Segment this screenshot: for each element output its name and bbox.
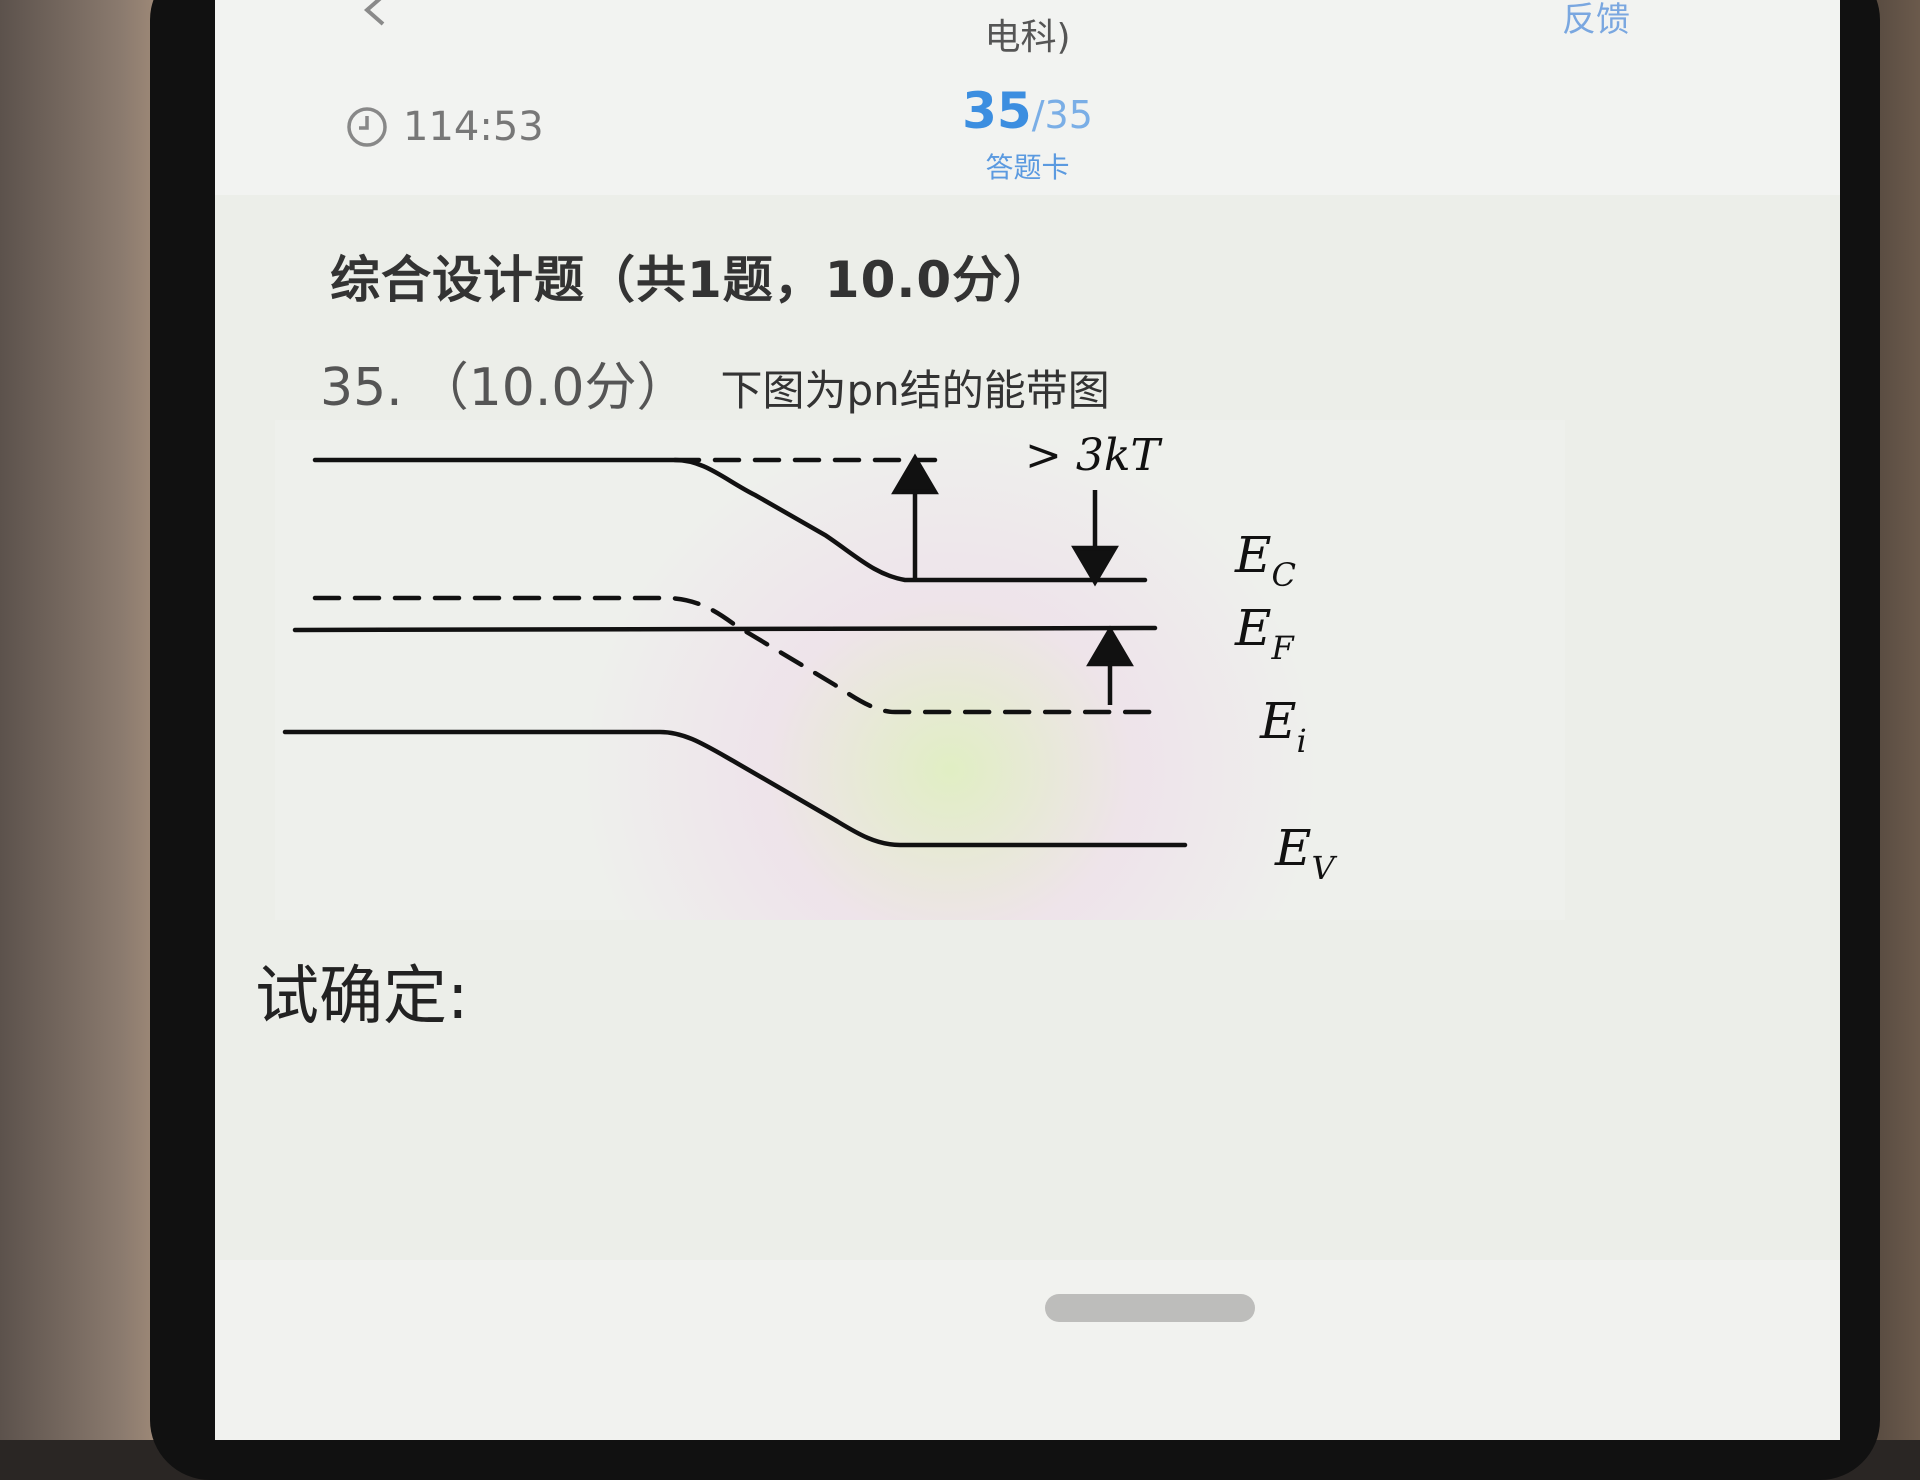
section-title: 综合设计题（共1题，10.0分） — [330, 251, 1055, 309]
question-text: 下图为pn结的能带图 — [720, 366, 1110, 415]
question-prompt: 试确定: — [255, 960, 469, 1034]
bottom-sheet[interactable] — [215, 1260, 1840, 1440]
conduction-band-line — [312, 457, 1148, 583]
question-progress[interactable]: 35/35 — [215, 82, 1840, 140]
label-ef: EF — [1234, 599, 1296, 667]
question-score: （10.0分） — [416, 358, 689, 418]
valence-band-line — [282, 729, 1188, 848]
band-diagram: > 3kT EC EF Ei EV — [282, 430, 1338, 887]
gap-arrow-up-head — [1086, 625, 1134, 667]
question-number: 35. — [320, 358, 403, 418]
label-ev: EV — [1274, 819, 1338, 887]
feedback-link[interactable]: 反馈 — [1562, 0, 1630, 41]
home-indicator[interactable] — [1045, 1294, 1255, 1322]
answer-card-button[interactable]: 答题卡 — [215, 146, 1840, 186]
exam-header: 电科) 反馈 114:53 35/35 答题卡 — [215, 0, 1840, 195]
progress-total: 35 — [1044, 93, 1093, 137]
label-ec: EC — [1234, 526, 1296, 594]
gap-arrow-down-head — [1071, 545, 1119, 587]
annotation-3kt: > 3kT — [1025, 430, 1164, 481]
label-ei: Ei — [1259, 692, 1307, 760]
question-header: 35. （10.0分） 下图为pn结的能带图 — [320, 345, 1110, 420]
band-diagram-figure: > 3kT EC EF Ei EV — [275, 420, 1565, 920]
progress-current: 35 — [962, 82, 1032, 140]
barrier-arrow-head — [891, 453, 939, 495]
phone-screen: 电科) 反馈 114:53 35/35 答题卡 综合设计题（共1题，10.0分）… — [215, 0, 1840, 1440]
progress-separator: / — [1031, 93, 1045, 137]
fermi-level-line — [292, 625, 1158, 633]
intrinsic-level-dashed — [312, 595, 1168, 715]
